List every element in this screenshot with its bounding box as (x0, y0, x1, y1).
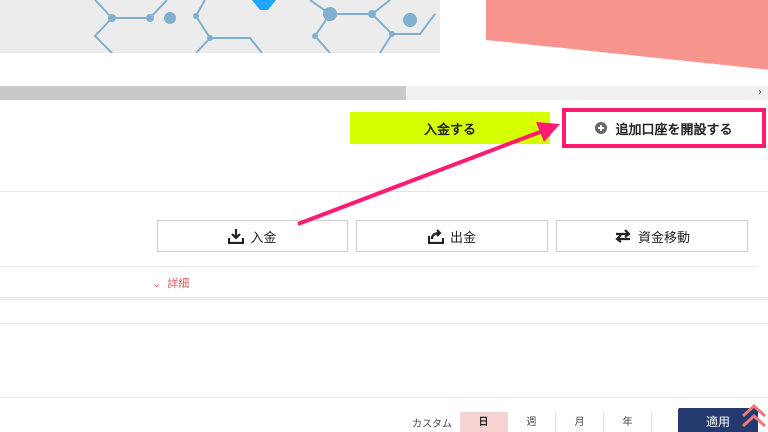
hexagon-network-graphic (93, 0, 436, 53)
custom-period-label[interactable]: カスタム (412, 415, 452, 430)
download-icon (228, 229, 245, 244)
open-additional-account-button[interactable]: 追加口座を開設する (562, 108, 766, 148)
chevron-down-icon: ⌄ (152, 276, 162, 290)
double-chevron-up-icon[interactable] (740, 402, 768, 432)
details-label: 詳細 (167, 277, 190, 290)
scrollbar-thumb[interactable] (0, 86, 406, 100)
divider (0, 397, 768, 398)
annotation-arrow (297, 122, 560, 226)
swap-arrows-icon (615, 229, 631, 243)
account-deposit-button[interactable]: 入金 (157, 220, 348, 252)
section-shadow (0, 297, 768, 300)
account-deposit-label: 入金 (250, 230, 277, 246)
open-additional-account-label: 追加口座を開設する (615, 122, 733, 138)
divider (0, 323, 768, 324)
tab-day[interactable]: 日 (460, 412, 508, 432)
account-withdraw-label: 出金 (449, 230, 476, 246)
fund-transfer-label: 資金移動 (637, 230, 690, 246)
banner-image (0, 0, 440, 53)
horizontal-scrollbar[interactable]: › (0, 86, 768, 100)
tab-month[interactable]: 月 (556, 412, 604, 432)
promo-banner-corner (486, 0, 768, 74)
divider (0, 191, 768, 192)
deposit-button[interactable]: 入金する (350, 112, 550, 144)
details-toggle[interactable]: ⌄ 詳細 (152, 275, 189, 291)
plus-circle-icon (595, 122, 608, 134)
page: › 入金する 追加口座を開設する 入金 出金 資金移動 ⌄ 詳細 カスタム 日 … (0, 0, 768, 432)
period-filter: カスタム 日 週 月 年 (412, 412, 652, 432)
tab-week[interactable]: 週 (508, 412, 556, 432)
account-withdraw-button[interactable]: 出金 (356, 220, 548, 252)
tab-year[interactable]: 年 (604, 412, 652, 432)
scroll-right-arrow-icon[interactable]: › (752, 86, 768, 100)
fund-transfer-button[interactable]: 資金移動 (556, 220, 748, 252)
upload-share-icon (427, 229, 444, 244)
divider (0, 266, 758, 267)
